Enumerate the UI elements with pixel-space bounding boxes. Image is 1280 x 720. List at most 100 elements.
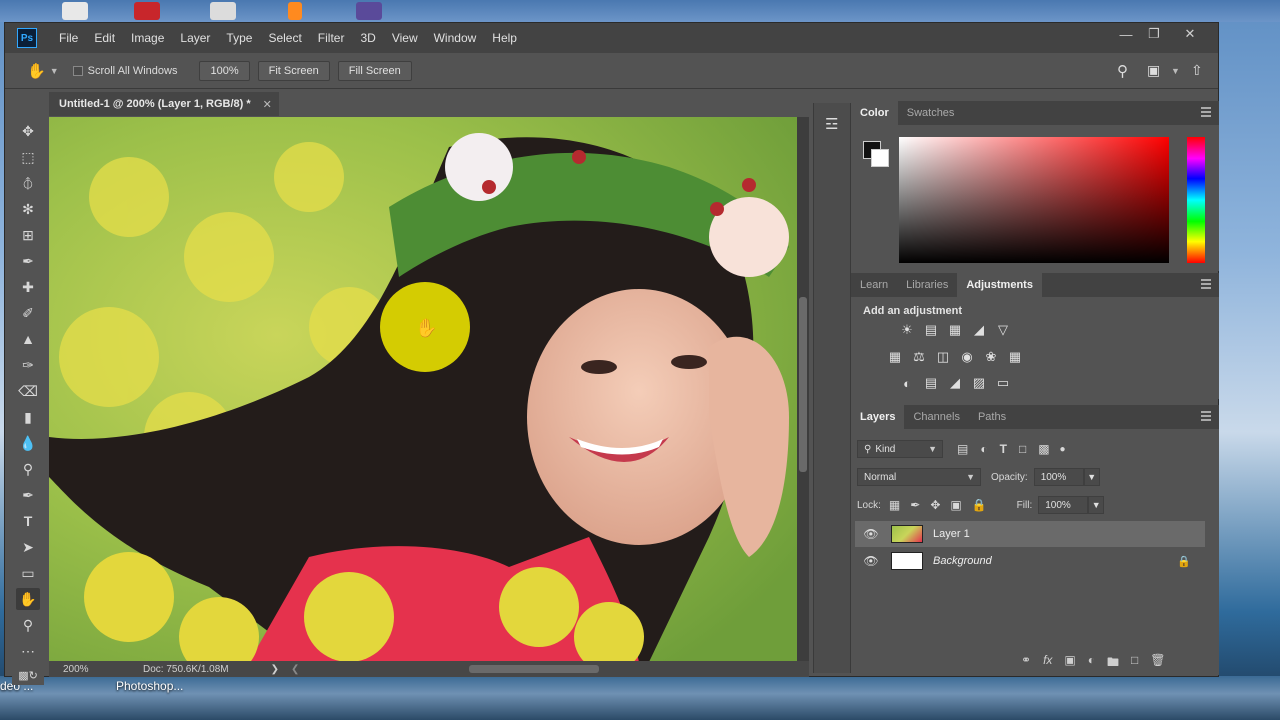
menu-image[interactable]: Image bbox=[123, 23, 172, 53]
desktop-label[interactable]: Photoshop... bbox=[116, 679, 183, 693]
brightness-icon[interactable]: ☀ bbox=[899, 322, 915, 337]
scroll-thumb[interactable] bbox=[799, 297, 807, 472]
gradient-triangle-icon[interactable]: ▽ bbox=[995, 322, 1011, 337]
desktop-icon[interactable] bbox=[134, 2, 160, 20]
zoom-tool-icon[interactable]: ⚲ bbox=[16, 614, 40, 636]
panel-menu-icon[interactable] bbox=[1201, 411, 1211, 421]
type-tool-icon[interactable]: T bbox=[16, 510, 40, 532]
selective-color-icon[interactable]: ▨ bbox=[971, 375, 987, 390]
balance-icon[interactable]: ⚖ bbox=[911, 349, 927, 364]
gradient-map-icon[interactable]: ▭ bbox=[995, 375, 1011, 390]
layer-name[interactable]: Background bbox=[933, 555, 992, 567]
fill-screen-button[interactable]: Fill Screen bbox=[337, 60, 412, 81]
bw-icon[interactable]: ◫ bbox=[935, 349, 951, 364]
menu-filter[interactable]: Filter bbox=[310, 23, 353, 53]
clone-stamp-icon[interactable]: ▲ bbox=[16, 328, 40, 350]
tab-libraries[interactable]: Libraries bbox=[897, 273, 957, 297]
status-zoom[interactable]: 200% bbox=[63, 664, 143, 675]
fill-input[interactable]: 100% bbox=[1038, 496, 1089, 514]
eyedropper-icon[interactable]: ✒ bbox=[16, 250, 40, 272]
menu-view[interactable]: View bbox=[384, 23, 426, 53]
horizontal-scroll-thumb[interactable] bbox=[469, 665, 599, 673]
hue-slider[interactable] bbox=[1187, 137, 1205, 263]
type-filter-icon[interactable]: T bbox=[1000, 442, 1007, 456]
exposure-icon[interactable]: ◢ bbox=[971, 322, 987, 337]
marquee-tool-icon[interactable]: ⬚ bbox=[16, 146, 40, 168]
canvas[interactable]: ✋ bbox=[49, 117, 809, 662]
fill-dropdown[interactable]: ▼ bbox=[1088, 496, 1105, 514]
lock-transparency-icon[interactable]: ▦ bbox=[889, 498, 900, 512]
healing-brush-icon[interactable]: ✚ bbox=[16, 276, 40, 298]
layer-name[interactable]: Layer 1 bbox=[933, 528, 970, 540]
tab-learn[interactable]: Learn bbox=[851, 273, 897, 297]
desktop-icon[interactable] bbox=[288, 2, 302, 20]
menu-file[interactable]: File bbox=[51, 23, 86, 53]
document-tab[interactable]: Untitled-1 @ 200% (Layer 1, RGB/8) * ✕ bbox=[49, 92, 279, 116]
filter-kind-dropdown[interactable]: ⚲ Kind ▼ bbox=[857, 440, 943, 458]
layer-thumbnail[interactable] bbox=[891, 525, 923, 543]
background-color-swatch[interactable] bbox=[871, 149, 889, 167]
opacity-input[interactable]: 100% bbox=[1033, 468, 1084, 486]
more-tools-icon[interactable]: ⋯ bbox=[16, 640, 40, 662]
curves-icon[interactable]: ▦ bbox=[947, 322, 963, 337]
lasso-tool-icon[interactable]: ⦽ bbox=[16, 172, 40, 194]
lock-position-icon[interactable]: ✥ bbox=[930, 498, 940, 512]
layer-thumbnail[interactable] bbox=[891, 552, 923, 570]
layer-style-icon[interactable]: fx bbox=[1043, 653, 1052, 674]
gradient-tool-icon[interactable]: ▮ bbox=[16, 406, 40, 428]
posterize-icon[interactable]: ▤ bbox=[923, 375, 939, 390]
hand-tool-icon[interactable]: ✋ bbox=[16, 588, 40, 610]
eye-icon[interactable]: 👁 bbox=[863, 527, 879, 541]
eye-icon[interactable]: 👁 bbox=[863, 554, 879, 568]
chevron-down-icon[interactable]: ▼ bbox=[50, 66, 59, 76]
maximize-button[interactable]: ❐ bbox=[1137, 23, 1171, 45]
close-window-button[interactable]: ✕ bbox=[1173, 23, 1207, 45]
scroll-all-windows-checkbox[interactable]: Scroll All Windows bbox=[72, 65, 177, 77]
zoom-100-button[interactable]: 100% bbox=[199, 60, 250, 81]
checkbox-box[interactable] bbox=[72, 65, 83, 76]
swap-colors-icon[interactable]: ▩↻ bbox=[16, 664, 40, 686]
opacity-dropdown[interactable]: ▼ bbox=[1083, 468, 1100, 486]
new-group-icon[interactable]: 🖿 bbox=[1107, 653, 1119, 674]
lock-paint-icon[interactable]: ✒ bbox=[910, 498, 920, 512]
new-layer-icon[interactable]: □ bbox=[1131, 653, 1138, 674]
menu-window[interactable]: Window bbox=[426, 23, 485, 53]
desktop-icon[interactable] bbox=[356, 2, 382, 20]
lock-artboard-icon[interactable]: ▣ bbox=[950, 498, 961, 512]
desktop-icon[interactable] bbox=[210, 2, 236, 20]
tab-channels[interactable]: Channels bbox=[904, 405, 968, 429]
menu-help[interactable]: Help bbox=[484, 23, 525, 53]
blend-mode-dropdown[interactable]: Normal ▼ bbox=[857, 468, 981, 486]
menu-type[interactable]: Type bbox=[218, 23, 260, 53]
workspace-icon[interactable]: ▣ bbox=[1147, 62, 1160, 79]
menu-layer[interactable]: Layer bbox=[172, 23, 218, 53]
path-selection-icon[interactable]: ➤ bbox=[16, 536, 40, 558]
tab-paths[interactable]: Paths bbox=[969, 405, 1015, 429]
camera-icon[interactable]: ◉ bbox=[959, 349, 975, 364]
filter-toggle-icon[interactable]: ● bbox=[1060, 444, 1066, 455]
brush-tool-icon[interactable]: ✐ bbox=[16, 302, 40, 324]
fit-screen-button[interactable]: Fit Screen bbox=[257, 60, 330, 81]
link-layers-icon[interactable]: ⚭ bbox=[1021, 653, 1031, 674]
blur-tool-icon[interactable]: 💧 bbox=[16, 432, 40, 454]
color-picker-field[interactable] bbox=[899, 137, 1169, 263]
channel-mixer-icon[interactable]: ❀ bbox=[983, 349, 999, 364]
history-panel-icon[interactable]: ☲ bbox=[825, 115, 838, 133]
layer-row-layer-1[interactable]: 👁 Layer 1 bbox=[855, 521, 1205, 547]
search-icon[interactable]: ⚲ bbox=[1117, 62, 1128, 80]
close-icon[interactable]: ✕ bbox=[263, 98, 272, 111]
threshold-icon[interactable]: ◢ bbox=[947, 375, 963, 390]
lock-icon[interactable]: 🔒 bbox=[1177, 555, 1191, 568]
tab-layers[interactable]: Layers bbox=[851, 405, 905, 429]
quick-selection-icon[interactable]: ✻ bbox=[16, 198, 40, 220]
share-icon[interactable]: ⇧ bbox=[1191, 62, 1203, 79]
delete-layer-icon[interactable]: 🗑 bbox=[1150, 653, 1165, 674]
new-adjustment-icon[interactable]: ◐ bbox=[1088, 653, 1095, 674]
tab-swatches[interactable]: Swatches bbox=[898, 101, 964, 125]
rectangle-tool-icon[interactable]: ▭ bbox=[16, 562, 40, 584]
scroll-left-icon[interactable]: ❮ bbox=[291, 664, 299, 675]
eraser-tool-icon[interactable]: ⌫ bbox=[16, 380, 40, 402]
vertical-scrollbar[interactable] bbox=[797, 117, 809, 662]
menu-3d[interactable]: 3D bbox=[352, 23, 383, 53]
menu-edit[interactable]: Edit bbox=[86, 23, 123, 53]
